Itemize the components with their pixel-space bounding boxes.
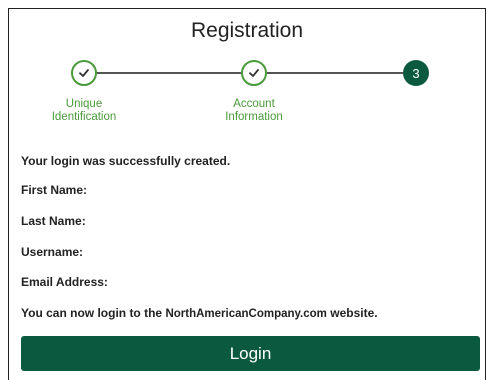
step-2-label-line1: Account [233,98,275,110]
step-3-current-indicator: 3 [403,60,429,86]
step-2-label: Account Information [194,98,314,124]
login-prompt-suffix: website. [326,306,378,320]
success-message: Your login was successfully created. [21,154,231,168]
step-1-complete-icon [71,60,97,86]
step-1-label-line2: Identification [51,111,117,123]
company-domain: NorthAmericanCompany.com [165,308,327,320]
login-prompt-prefix: You can now login to the [21,306,166,320]
stepper-connector-2 [267,72,403,74]
step-2-label-line2: Information [225,111,283,123]
login-button[interactable]: Login [21,336,480,371]
username-label: Username: [21,245,84,259]
step-1-label-line1: Unique [65,98,103,110]
first-name-label: First Name: [21,183,88,197]
step-1-label: Unique Identification [24,98,144,124]
progress-stepper: 3 Unique Identification Account Informat… [9,9,485,149]
registration-panel: Registration 3 Unique Identification Acc… [8,8,486,380]
step-2-complete-icon [241,60,267,86]
login-prompt: You can now login to the NorthAmericanCo… [21,306,378,320]
last-name-label: Last Name: [21,214,86,228]
stepper-connector-1 [95,72,241,74]
email-address-label: Email Address: [21,275,108,289]
